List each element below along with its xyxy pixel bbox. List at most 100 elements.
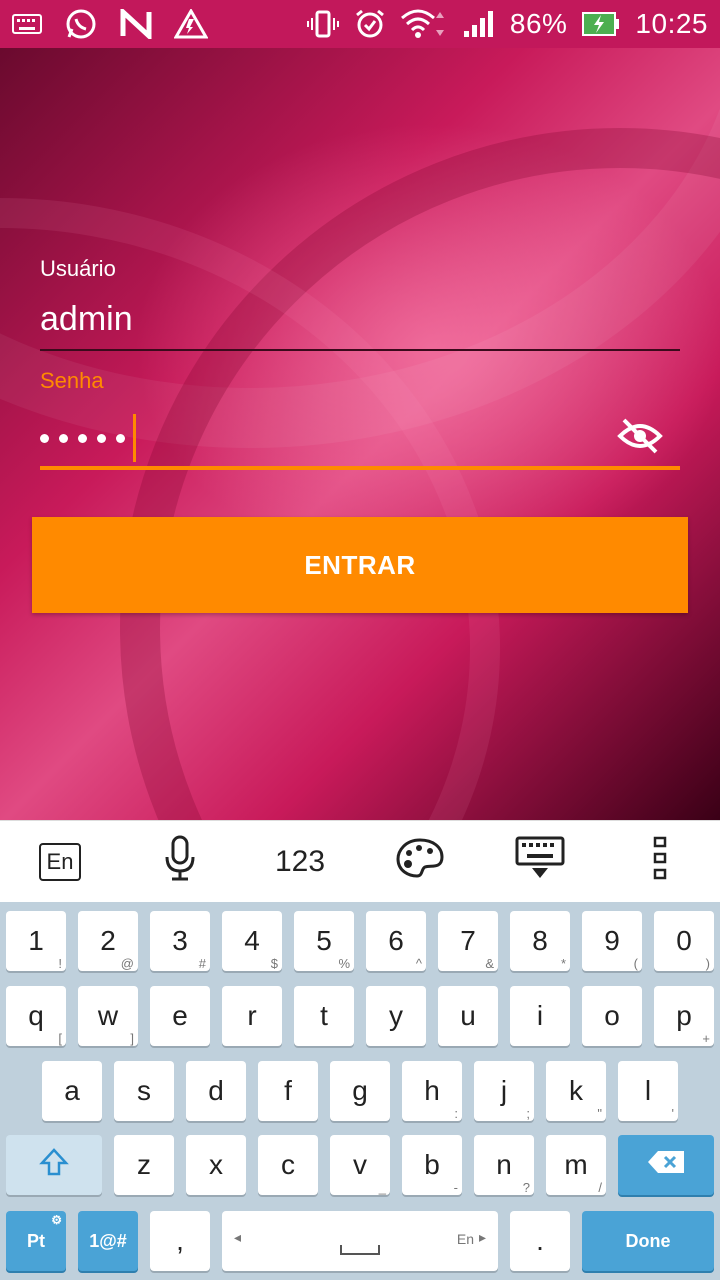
more-options-button[interactable]	[610, 832, 710, 892]
key-2[interactable]: 2 @	[78, 911, 138, 971]
password-underline	[40, 466, 680, 470]
key-label: 7	[460, 925, 476, 956]
space-left-arrow-icon: ◂	[234, 1229, 242, 1245]
key-secondary-label: +	[702, 1031, 710, 1046]
key-label: g	[352, 1075, 368, 1106]
key-8[interactable]: 8 *	[510, 911, 570, 971]
key-h[interactable]: h:	[402, 1061, 462, 1121]
key-o[interactable]: o	[582, 986, 642, 1046]
key-secondary-label: $	[270, 956, 278, 971]
key-label: w	[97, 1000, 119, 1031]
key-secondary-label: :	[454, 1106, 458, 1121]
shift-icon	[39, 1147, 69, 1184]
key-z[interactable]: z	[114, 1135, 174, 1195]
key-3[interactable]: 3 #	[150, 911, 210, 971]
numbers-button[interactable]: 123	[250, 832, 350, 892]
key-secondary-label: &	[485, 956, 494, 971]
battery-percent: 86%	[509, 8, 568, 39]
key-label: 4	[244, 925, 260, 956]
key-v[interactable]: v _	[330, 1135, 390, 1195]
key-label: m	[564, 1149, 588, 1180]
symbols-key[interactable]: 1@#	[78, 1211, 138, 1271]
key-label: 2	[100, 925, 116, 956]
hide-keyboard-button[interactable]	[490, 832, 590, 892]
key-d[interactable]: d	[186, 1061, 246, 1121]
wifi-icon	[400, 8, 448, 40]
key-q[interactable]: q[	[6, 986, 66, 1046]
password-dot	[40, 433, 49, 443]
microphone-button[interactable]	[130, 832, 230, 892]
username-input[interactable]: admin	[40, 300, 133, 339]
key-5[interactable]: 5%	[294, 911, 354, 971]
keyboard-toolbar: En 123	[0, 820, 720, 902]
space-right-arrow-icon: ▸	[478, 1229, 486, 1245]
key-label: j	[500, 1075, 508, 1106]
key-c[interactable]: c	[258, 1135, 318, 1195]
battery-charging-icon	[581, 10, 621, 38]
key-y[interactable]: y	[366, 986, 426, 1046]
key-label: q	[28, 1000, 44, 1031]
alarm-icon	[354, 8, 386, 40]
keyboard-icon	[12, 13, 42, 35]
space-key[interactable]: ◂ En ▸	[222, 1211, 498, 1271]
key-k[interactable]: k "	[546, 1061, 606, 1121]
theme-button[interactable]	[370, 832, 470, 892]
key-secondary-label: %	[338, 956, 350, 971]
login-button[interactable]: ENTRAR	[32, 517, 688, 613]
comma-key[interactable]: ,	[150, 1211, 210, 1271]
backspace-key[interactable]	[618, 1135, 714, 1195]
key-secondary-label: _	[378, 1180, 386, 1195]
key-s[interactable]: s	[114, 1061, 174, 1121]
key-label: c	[281, 1149, 295, 1180]
key-b[interactable]: b-	[402, 1135, 462, 1195]
key-l[interactable]: l '	[618, 1061, 678, 1121]
key-label: e	[172, 1000, 188, 1031]
key-label: i	[536, 1000, 544, 1031]
key-w[interactable]: w]	[78, 986, 138, 1046]
signal-icon	[462, 9, 496, 39]
key-g[interactable]: g	[330, 1061, 390, 1121]
period-key[interactable]: .	[510, 1211, 570, 1271]
key-label: v	[353, 1149, 367, 1180]
key-r[interactable]: r	[222, 986, 282, 1046]
language-button[interactable]: En	[10, 832, 110, 892]
key-label: f	[284, 1075, 292, 1106]
done-key[interactable]: Done	[582, 1211, 714, 1271]
language-switch-key[interactable]: Pt ⚙	[6, 1211, 66, 1271]
key-n[interactable]: n?	[474, 1135, 534, 1195]
key-label: l	[644, 1075, 652, 1106]
key-j[interactable]: j;	[474, 1061, 534, 1121]
key-7[interactable]: 7 &	[438, 911, 498, 971]
key-secondary-label: #	[198, 956, 206, 971]
username-label: Usuário	[40, 256, 116, 281]
space-bar-icon	[340, 1245, 380, 1255]
key-t[interactable]: t	[294, 986, 354, 1046]
key-label: 8	[532, 925, 548, 956]
key-x[interactable]: x	[186, 1135, 246, 1195]
password-input[interactable]	[40, 414, 136, 462]
key-9[interactable]: 9(	[582, 911, 642, 971]
key-secondary-label: [	[58, 1031, 62, 1046]
clock: 10:25	[635, 8, 708, 39]
key-secondary-label: /	[598, 1180, 602, 1195]
key-p[interactable]: p +	[654, 986, 714, 1046]
key-u[interactable]: u	[438, 986, 498, 1046]
password-dot	[97, 433, 106, 443]
key-6[interactable]: 6 ^	[366, 911, 426, 971]
key-1[interactable]: 1!	[6, 911, 66, 971]
login-screen: Usuário admin Senha ENTRAR	[0, 48, 720, 820]
key-e[interactable]: e	[150, 986, 210, 1046]
key-a[interactable]: a	[42, 1061, 102, 1121]
toggle-password-visibility-icon[interactable]	[616, 416, 664, 456]
key-i[interactable]: i	[510, 986, 570, 1046]
key-m[interactable]: m /	[546, 1135, 606, 1195]
key-label: 3	[172, 925, 188, 956]
key-secondary-label: -	[453, 1180, 458, 1195]
shift-key[interactable]	[6, 1135, 102, 1195]
key-4[interactable]: 4 $	[222, 911, 282, 971]
key-secondary-label: )	[705, 956, 710, 971]
vibrate-icon	[306, 9, 340, 39]
key-label: s	[137, 1075, 151, 1106]
key-f[interactable]: f	[258, 1061, 318, 1121]
key-0[interactable]: 0)	[654, 911, 714, 971]
